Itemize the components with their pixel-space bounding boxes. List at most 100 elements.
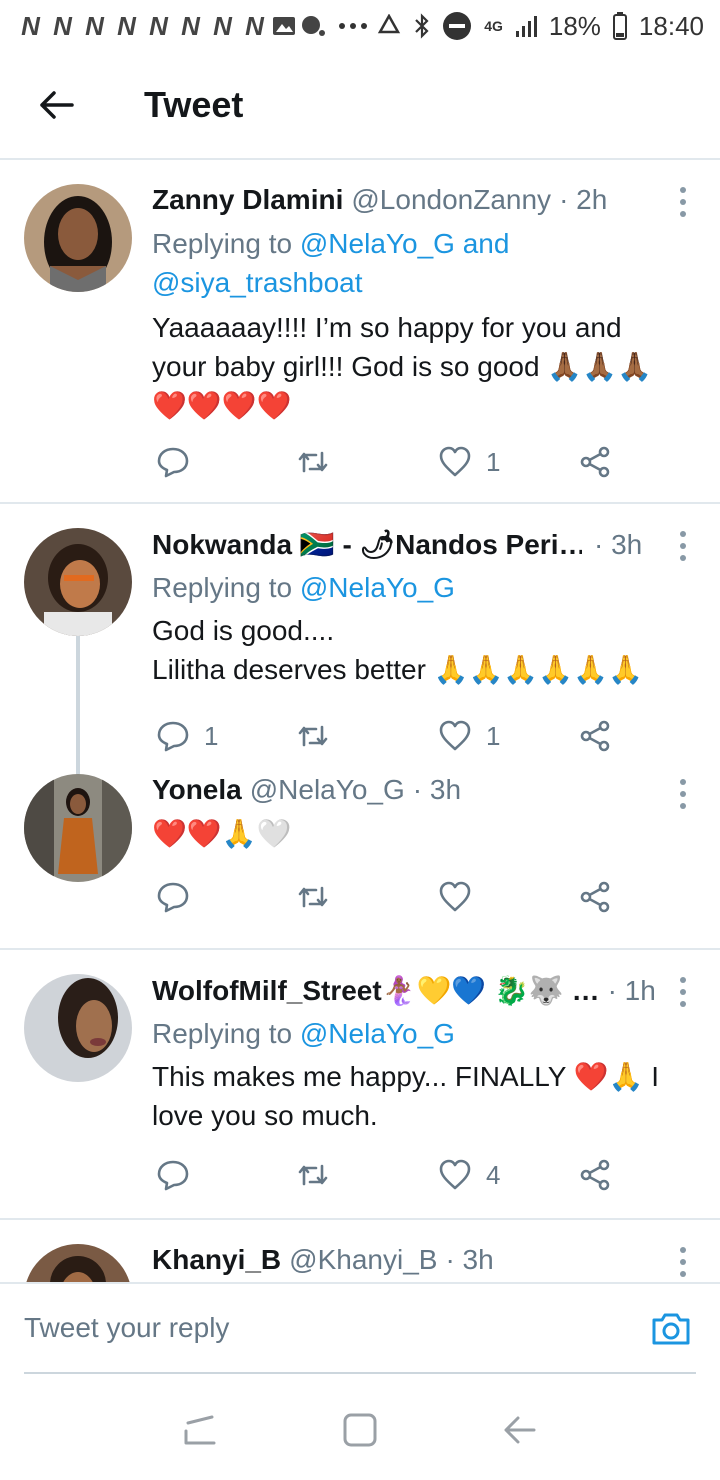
- reply-button[interactable]: [156, 445, 204, 479]
- share-button[interactable]: [578, 719, 612, 753]
- notification-n-icon: N: [117, 10, 136, 41]
- tweet-text: Yaaaaaay!!!! I’m so happy for you and yo…: [152, 308, 680, 425]
- do-not-disturb-icon: [442, 11, 472, 41]
- like-count: 1: [486, 446, 501, 477]
- reply-bubble-icon: [157, 447, 189, 478]
- notification-n-icon: N: [85, 10, 104, 41]
- share-button[interactable]: [578, 1158, 612, 1192]
- more-options-button[interactable]: [668, 182, 698, 222]
- retweet-button[interactable]: [296, 1158, 344, 1192]
- recent-apps-icon: [184, 1415, 216, 1445]
- network-type: 4G: [484, 18, 503, 34]
- top-app-bar: Tweet: [0, 52, 720, 160]
- replying-to: Replying to @NelaYo_G: [152, 1014, 680, 1053]
- replying-to: Replying to @NelaYo_G and: [152, 224, 680, 263]
- like-button[interactable]: [438, 880, 486, 914]
- display-name[interactable]: Zanny Dlamini: [152, 184, 343, 216]
- camera-button[interactable]: [650, 1308, 692, 1350]
- tweet-item[interactable]: WolfofMilf_Street🧜🏾‍♀️💛💙 🐉🐺 … · 1h Reply…: [0, 950, 720, 1220]
- display-name[interactable]: Yonela: [152, 774, 242, 806]
- signal-icon: [515, 14, 537, 38]
- home-icon: [343, 1413, 377, 1447]
- like-count: 4: [486, 1159, 501, 1190]
- display-name[interactable]: Khanyi_B: [152, 1244, 281, 1276]
- display-name[interactable]: WolfofMilf_Street🧜🏾‍♀️💛💙 🐉🐺 …: [152, 974, 600, 1007]
- thread-connector: [76, 634, 80, 784]
- ellipsis-icon: [338, 22, 368, 30]
- like-button[interactable]: 1: [438, 445, 500, 479]
- retweet-button[interactable]: [296, 445, 344, 479]
- timestamp: · 3h: [445, 1244, 494, 1275]
- back-arrow-icon: [40, 91, 74, 119]
- share-button[interactable]: [578, 445, 612, 479]
- chat-notification-icon: [300, 15, 326, 37]
- tweet-item[interactable]: Nokwanda 🇿🇦 - 🌶Nandos Peri… · 3h Replyin…: [0, 504, 720, 784]
- replying-to-label: Replying to: [152, 1018, 293, 1049]
- user-handle[interactable]: @LondonZanny: [351, 184, 551, 216]
- avatar[interactable]: [24, 974, 132, 1082]
- avatar[interactable]: [24, 528, 132, 636]
- more-options-button[interactable]: [668, 1242, 698, 1282]
- reply-input[interactable]: [24, 1300, 584, 1356]
- like-button[interactable]: 4: [438, 1158, 500, 1192]
- tweet-actions: 4: [152, 1150, 622, 1200]
- avatar[interactable]: [24, 774, 132, 882]
- tweet-text-line: love you so much.: [152, 1100, 378, 1131]
- retweet-icon: [298, 1164, 328, 1186]
- status-bar: N N N N N N N N 4G 18% 18:40: [0, 0, 720, 52]
- notification-n-icon: N: [53, 10, 72, 41]
- retweet-button[interactable]: [296, 719, 344, 753]
- reply-button[interactable]: 1: [156, 719, 218, 753]
- reply-button[interactable]: [156, 880, 204, 914]
- more-options-button[interactable]: [668, 526, 698, 566]
- system-nav-bar: [0, 1380, 720, 1480]
- tweet-text-line: Yaaaaaay!!!! I’m so happy for you and: [152, 312, 622, 343]
- tweet-item[interactable]: Khanyi_B @Khanyi_B · 3h: [0, 1220, 720, 1282]
- mention-link[interactable]: @NelaYo_G: [300, 1018, 455, 1049]
- tweet-text-line: ❤️❤️❤️❤️: [152, 390, 292, 421]
- tweet-text-line: God is good....: [152, 615, 335, 646]
- heart-icon: [439, 1159, 471, 1190]
- recent-apps-button[interactable]: [175, 1405, 225, 1455]
- user-handle[interactable]: @Khanyi_B: [289, 1244, 437, 1276]
- user-handle[interactable]: @NelaYo_G: [250, 774, 405, 806]
- avatar[interactable]: [24, 1244, 132, 1282]
- input-underline: [24, 1372, 696, 1374]
- reply-composer: [0, 1282, 720, 1374]
- home-button[interactable]: [335, 1405, 385, 1455]
- heart-icon: [439, 881, 471, 912]
- display-name[interactable]: Nokwanda 🇿🇦 - 🌶Nandos Peri…: [152, 528, 582, 561]
- more-options-button[interactable]: [668, 972, 698, 1012]
- mention-link[interactable]: @siya_trashboat: [152, 267, 363, 298]
- tweet-item[interactable]: Yonela @NelaYo_G · 3h ❤️❤️🙏🤍: [0, 774, 720, 950]
- mention-link[interactable]: @NelaYo_G: [300, 572, 455, 603]
- system-back-button[interactable]: [495, 1405, 545, 1455]
- reply-button[interactable]: [156, 1158, 204, 1192]
- tweet-item[interactable]: Zanny Dlamini @LondonZanny · 2h Replying…: [0, 162, 720, 504]
- retweet-icon: [298, 451, 328, 473]
- share-icon: [580, 881, 610, 913]
- reply-count: 1: [204, 720, 219, 751]
- timestamp: · 2h: [559, 184, 608, 215]
- reply-bubble-icon: [157, 882, 189, 913]
- tweet-actions: [152, 872, 622, 922]
- retweet-button[interactable]: [296, 880, 344, 914]
- like-button[interactable]: 1: [438, 719, 500, 753]
- mention-link[interactable]: @NelaYo_G and: [300, 228, 510, 259]
- battery-icon: [612, 12, 627, 40]
- share-button[interactable]: [578, 880, 612, 914]
- back-button[interactable]: [26, 75, 86, 135]
- camera-icon: [652, 1313, 690, 1345]
- heart-icon: [439, 720, 471, 751]
- more-options-button[interactable]: [668, 774, 698, 814]
- tweet-actions: 1: [152, 437, 622, 487]
- replies-feed[interactable]: Zanny Dlamini @LondonZanny · 2h Replying…: [0, 162, 720, 1282]
- tweet-text: ❤️❤️🙏🤍: [152, 814, 680, 853]
- avatar[interactable]: [24, 184, 132, 292]
- bluetooth-icon: [414, 13, 430, 39]
- replying-to: Replying to @NelaYo_G: [152, 568, 680, 607]
- page-title: Tweet: [144, 84, 244, 125]
- tweet-text-line: ❤️❤️🙏🤍: [152, 818, 292, 849]
- share-icon: [580, 446, 610, 478]
- share-icon: [580, 720, 610, 752]
